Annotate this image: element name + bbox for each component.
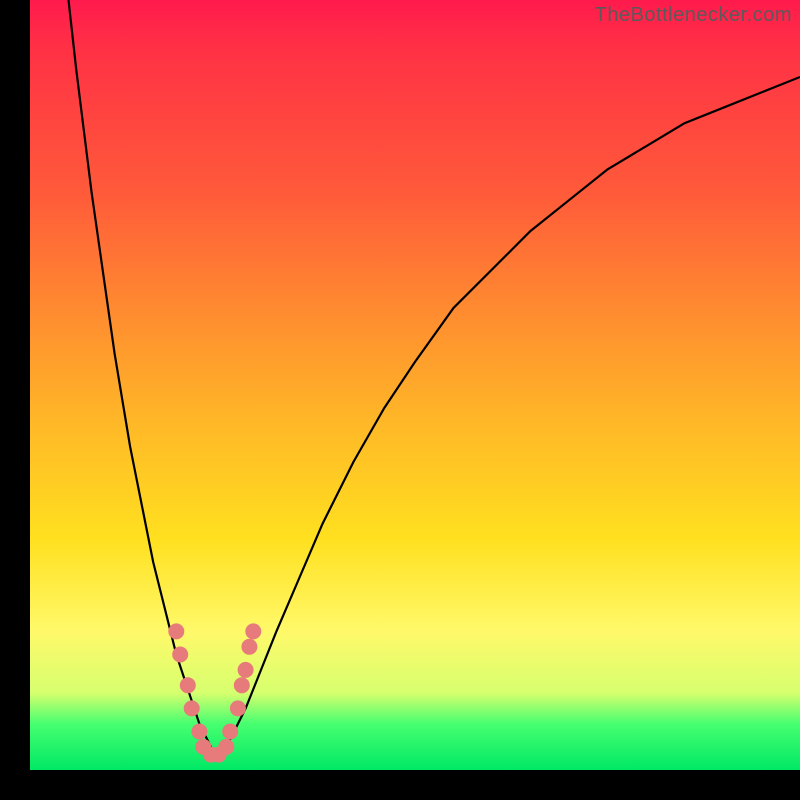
highlight-dot: [184, 700, 200, 716]
highlight-dot: [218, 739, 234, 755]
valley-dots: [168, 623, 261, 762]
highlight-dot: [191, 724, 207, 740]
highlight-dot: [245, 623, 261, 639]
chart-frame: TheBottlenecker.com: [0, 0, 800, 800]
curves-layer: [30, 0, 800, 770]
highlight-dot: [222, 724, 238, 740]
highlight-dot: [168, 623, 184, 639]
left-branch-curve: [69, 0, 215, 755]
highlight-dot: [230, 700, 246, 716]
highlight-dot: [241, 639, 257, 655]
plot-area: TheBottlenecker.com: [30, 0, 800, 770]
highlight-dot: [234, 677, 250, 693]
highlight-dot: [180, 677, 196, 693]
highlight-dot: [172, 647, 188, 663]
right-branch-curve: [215, 77, 800, 755]
highlight-dot: [238, 662, 254, 678]
